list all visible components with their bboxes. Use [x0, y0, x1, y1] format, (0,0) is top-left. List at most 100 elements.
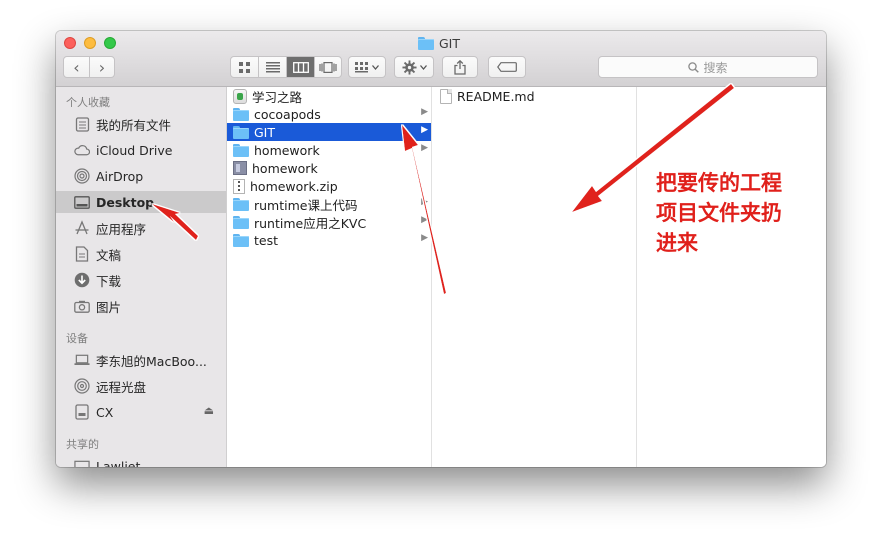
item-label: homework	[252, 160, 318, 176]
arrange-grid-icon	[355, 61, 368, 72]
sidebar-item-remote-disc[interactable]: 远程光盘	[56, 375, 226, 397]
folder-icon	[418, 36, 434, 50]
list-item-selected[interactable]: GIT ▶	[227, 123, 431, 141]
sidebar: 个人收藏 我的所有文件 iCloud Drive AirDrop Desktop…	[56, 87, 227, 467]
icon-view-icon	[239, 61, 250, 73]
item-label: homework.zip	[250, 178, 338, 194]
chevron-right-icon: ▶	[421, 197, 428, 207]
document-icon	[440, 88, 452, 104]
cloud-icon	[74, 142, 90, 158]
sidebar-item-airdrop[interactable]: AirDrop	[56, 165, 226, 187]
sidebar-item-label: AirDrop	[96, 168, 144, 184]
pictures-icon	[74, 298, 90, 314]
item-label: 学习之路	[252, 89, 303, 105]
sidebar-item-label: 我的所有文件	[96, 117, 172, 133]
cover-flow-button[interactable]	[315, 57, 341, 77]
list-item[interactable]: cocoapods ▶	[227, 105, 431, 123]
item-label: README.md	[457, 88, 535, 104]
sidebar-item-label: 文稿	[96, 247, 122, 263]
list-item[interactable]: rumtime课上代码 ▶	[227, 195, 431, 213]
list-view-button[interactable]	[259, 57, 287, 77]
tags-button[interactable]	[488, 56, 526, 78]
app-icon	[233, 88, 247, 104]
chevron-right-icon: ▶	[421, 125, 428, 135]
sidebar-item-label: 下载	[96, 273, 122, 289]
sidebar-item-label: 远程光盘	[96, 379, 147, 395]
all-files-icon	[74, 116, 90, 132]
sidebar-item-lawliet[interactable]: Lawliet	[56, 455, 226, 467]
item-label: GIT	[254, 124, 276, 140]
folder-icon	[233, 197, 249, 211]
title-bar: GIT ‹ › 搜索	[56, 31, 826, 87]
sidebar-item-macbook[interactable]: 李东旭的MacBoo...	[56, 349, 226, 371]
icon-view-button[interactable]	[231, 57, 259, 77]
zoom-button[interactable]	[104, 37, 116, 49]
list-item[interactable]: homework.zip	[227, 177, 431, 195]
view-mode-control	[230, 56, 342, 78]
share-icon	[454, 59, 466, 75]
list-view-icon	[265, 61, 280, 72]
devices-header: 设备	[66, 332, 88, 345]
airdrop-icon	[74, 168, 90, 184]
download-icon	[74, 272, 90, 288]
item-label: test	[254, 232, 279, 248]
sidebar-item-downloads[interactable]: 下载	[56, 269, 226, 291]
list-item[interactable]: 学习之路	[227, 87, 431, 105]
search-field[interactable]: 搜索	[598, 56, 818, 78]
folder-icon	[233, 125, 249, 139]
eject-icon[interactable]: ⏏	[204, 404, 214, 417]
arrange-button[interactable]	[348, 56, 386, 78]
sidebar-item-cx[interactable]: CX ⏏	[56, 401, 226, 423]
browser-column-2: README.md	[432, 87, 637, 467]
laptop-icon	[74, 352, 90, 368]
computer-icon	[74, 458, 90, 467]
list-item[interactable]: homework	[227, 159, 431, 177]
list-item[interactable]: test ▶	[227, 231, 431, 249]
gear-icon	[401, 59, 417, 75]
list-item[interactable]: README.md	[432, 87, 636, 105]
sidebar-item-label: Lawliet	[96, 458, 141, 468]
item-label: rumtime课上代码	[254, 197, 358, 213]
sidebar-item-desktop[interactable]: Desktop	[56, 191, 226, 213]
annotation-line: 进来	[656, 231, 698, 255]
chevron-down-icon	[372, 64, 379, 70]
zip-icon	[233, 178, 245, 194]
drive-icon	[74, 404, 90, 420]
minimize-button[interactable]	[84, 37, 96, 49]
forward-button[interactable]: ›	[90, 57, 114, 77]
documents-icon	[74, 246, 90, 262]
cover-flow-icon	[319, 61, 337, 73]
annotation-text: 把要传的工程 项目文件夹扔 进来	[656, 168, 816, 258]
window-title: GIT	[418, 35, 460, 51]
window-title-label: GIT	[439, 35, 461, 51]
sidebar-item-documents[interactable]: 文稿	[56, 243, 226, 265]
sidebar-item-applications[interactable]: 应用程序	[56, 217, 226, 239]
desktop-icon	[74, 194, 90, 210]
sidebar-item-label: 图片	[96, 299, 122, 315]
annotation-line: 项目文件夹扔	[656, 201, 782, 225]
close-button[interactable]	[64, 37, 76, 49]
tag-icon	[497, 62, 517, 72]
folder-icon	[233, 215, 249, 229]
item-label: runtime应用之KVC	[254, 215, 367, 231]
list-item[interactable]: homework ▶	[227, 141, 431, 159]
column-view-icon	[292, 61, 309, 73]
search-icon	[688, 61, 700, 73]
chevron-right-icon: ▶	[421, 107, 428, 117]
sidebar-item-icloud-drive[interactable]: iCloud Drive	[56, 139, 226, 161]
sidebar-item-label: iCloud Drive	[96, 142, 173, 158]
back-button[interactable]: ‹	[64, 57, 90, 77]
sidebar-item-pictures[interactable]: 图片	[56, 295, 226, 317]
column-view-button[interactable]	[287, 57, 315, 77]
sidebar-item-all-files[interactable]: 我的所有文件	[56, 113, 226, 135]
annotation-line: 把要传的工程	[656, 171, 782, 195]
back-forward-control: ‹ ›	[63, 56, 115, 78]
chevron-right-icon: ▶	[421, 215, 428, 225]
sidebar-item-label: Desktop	[96, 194, 155, 210]
shared-header: 共享的	[66, 438, 99, 451]
share-button[interactable]	[442, 56, 478, 78]
folder-icon	[233, 107, 249, 121]
list-item[interactable]: runtime应用之KVC ▶	[227, 213, 431, 231]
executable-icon	[233, 161, 247, 175]
action-button[interactable]	[394, 56, 434, 78]
